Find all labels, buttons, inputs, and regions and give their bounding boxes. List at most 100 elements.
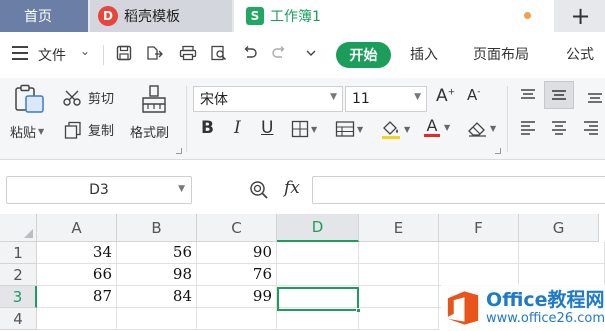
font-name-select[interactable]: 宋体 ▼	[193, 86, 343, 112]
cell-b2[interactable]: 98	[117, 264, 197, 286]
cell-e2[interactable]	[359, 264, 439, 286]
align-right-icon[interactable]	[582, 120, 600, 136]
row-header-3[interactable]: 3	[0, 286, 37, 308]
name-box[interactable]: D3 ▼	[6, 176, 192, 204]
tab-daoke-templates[interactable]: D 稻壳模板	[90, 0, 232, 32]
cell-a1[interactable]: 34	[37, 242, 117, 264]
tab-home[interactable]: 首页	[0, 0, 88, 32]
cell-c3[interactable]: 99	[197, 286, 277, 308]
column-header-d[interactable]: D	[277, 214, 359, 242]
paste-button[interactable]: 粘贴 ▼	[10, 122, 44, 141]
decrease-font-size-button[interactable]: A-	[467, 86, 481, 104]
formula-input[interactable]	[312, 176, 605, 204]
font-color-icon: A	[424, 116, 440, 137]
row-header-4[interactable]: 4	[0, 308, 37, 330]
italic-icon[interactable]: I	[234, 118, 241, 138]
file-menu-button[interactable]: 文件	[38, 45, 66, 65]
tab-insert[interactable]: 插入	[410, 44, 438, 64]
tab-workbook[interactable]: S 工作簿1	[234, 0, 554, 32]
cell-e1[interactable]	[359, 242, 439, 264]
font-size-select[interactable]: 11 ▼	[345, 86, 427, 112]
tab-formulas[interactable]: 公式	[566, 44, 594, 64]
column-header-a[interactable]: A	[37, 214, 117, 242]
caret-down-icon: ▼	[330, 92, 337, 102]
fill-handle[interactable]	[356, 308, 361, 313]
cell-e4[interactable]	[359, 308, 439, 330]
redo-icon[interactable]	[268, 42, 290, 64]
save-icon[interactable]	[113, 42, 135, 64]
cell-b3[interactable]: 84	[117, 286, 197, 308]
borders-button[interactable]: ▼	[291, 120, 317, 138]
clipboard-dialog-launcher[interactable]	[176, 148, 182, 154]
cell-b4[interactable]	[117, 308, 197, 330]
column-header-g[interactable]: G	[519, 214, 599, 242]
active-cell-selection[interactable]	[277, 287, 361, 313]
caret-down-icon: ▼	[444, 122, 451, 132]
align-left-icon[interactable]	[519, 120, 537, 136]
zoom-icon[interactable]	[249, 180, 269, 204]
align-middle-icon[interactable]	[544, 81, 574, 109]
font-color-button[interactable]: A ▼	[422, 116, 450, 138]
cell-a4[interactable]	[37, 308, 117, 330]
align-bottom-icon[interactable]	[586, 88, 604, 104]
export-icon[interactable]	[143, 42, 165, 64]
fill-color-button[interactable]: ▼	[380, 118, 410, 140]
row-header-1[interactable]: 1	[0, 242, 37, 264]
column-header-c[interactable]: C	[197, 214, 277, 242]
watermark: Office教程网 www.office26.com	[441, 284, 605, 331]
cell-style-button[interactable]: ▼	[335, 120, 363, 138]
cell-g2[interactable]	[519, 264, 605, 286]
scissors-icon	[63, 90, 81, 106]
caret-down-icon: ▼	[311, 124, 318, 134]
cell-c1[interactable]: 90	[197, 242, 277, 264]
fill-color-icon	[382, 121, 400, 139]
hamburger-menu-icon[interactable]	[12, 46, 28, 60]
undo-icon[interactable]	[239, 42, 261, 64]
cell-d4[interactable]	[277, 308, 359, 330]
format-painter-button[interactable]: 格式刷	[130, 122, 169, 141]
cell-a3[interactable]: 87	[37, 286, 117, 308]
align-center-icon[interactable]	[550, 120, 568, 136]
paste-label: 粘贴	[10, 126, 37, 141]
column-header-b[interactable]: B	[117, 214, 197, 242]
tab-page-layout[interactable]: 页面布局	[473, 44, 529, 64]
cell-e3[interactable]	[359, 286, 439, 308]
increase-font-size-button[interactable]: A+	[436, 86, 455, 106]
print-preview-icon[interactable]	[208, 42, 230, 64]
clear-format-button[interactable]: ▼	[466, 118, 496, 138]
caret-down-icon: ▼	[490, 123, 497, 133]
cell-c2[interactable]: 76	[197, 264, 277, 286]
align-top-icon[interactable]	[519, 88, 537, 104]
select-all-button[interactable]	[0, 214, 37, 242]
copy-button[interactable]: 复制	[64, 120, 114, 139]
font-dialog-launcher[interactable]	[495, 148, 501, 154]
menu-row: 文件 ⌄ 开始 插入 页面布局 公式	[0, 32, 605, 78]
caret-down-icon: ▼	[38, 127, 45, 136]
column-header-f[interactable]: F	[439, 214, 519, 242]
tab-start[interactable]: 开始	[336, 42, 391, 68]
cell-d1[interactable]	[277, 242, 359, 264]
underline-icon[interactable]: U	[261, 118, 273, 138]
cell-a2[interactable]: 66	[37, 264, 117, 286]
cell-g1[interactable]	[519, 242, 605, 264]
customize-toolbar-icon[interactable]	[300, 42, 322, 64]
copy-icon	[64, 121, 81, 139]
chevron-down-icon[interactable]: ⌄	[80, 44, 90, 58]
cell-d2[interactable]	[277, 264, 359, 286]
divider	[507, 86, 508, 152]
cell-f2[interactable]	[439, 264, 519, 286]
add-tab-button[interactable]: +	[556, 0, 605, 32]
bold-icon[interactable]: B	[201, 118, 214, 138]
column-header-e[interactable]: E	[359, 214, 439, 242]
format-painter-icon[interactable]	[140, 84, 168, 114]
paste-icon[interactable]	[14, 84, 46, 114]
tab-workbook-label: 工作簿1	[270, 9, 321, 25]
divider	[186, 86, 187, 152]
cell-b1[interactable]: 56	[117, 242, 197, 264]
insert-function-button[interactable]: fx	[284, 178, 300, 198]
cell-f1[interactable]	[439, 242, 519, 264]
cell-c4[interactable]	[197, 308, 277, 330]
print-icon[interactable]	[177, 42, 199, 64]
cut-button[interactable]: 剪切	[62, 88, 114, 107]
row-header-2[interactable]: 2	[0, 264, 37, 286]
